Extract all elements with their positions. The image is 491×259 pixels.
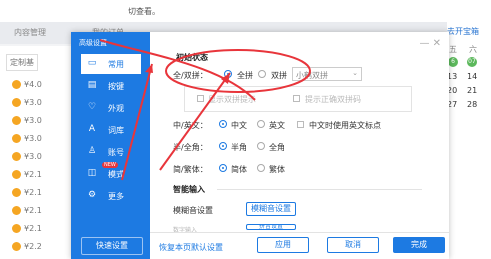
annotation-overlay: [99, 39, 311, 181]
arrow-head-common-tab: [145, 64, 153, 73]
arrow-line-to-common-tab: [121, 63, 153, 181]
